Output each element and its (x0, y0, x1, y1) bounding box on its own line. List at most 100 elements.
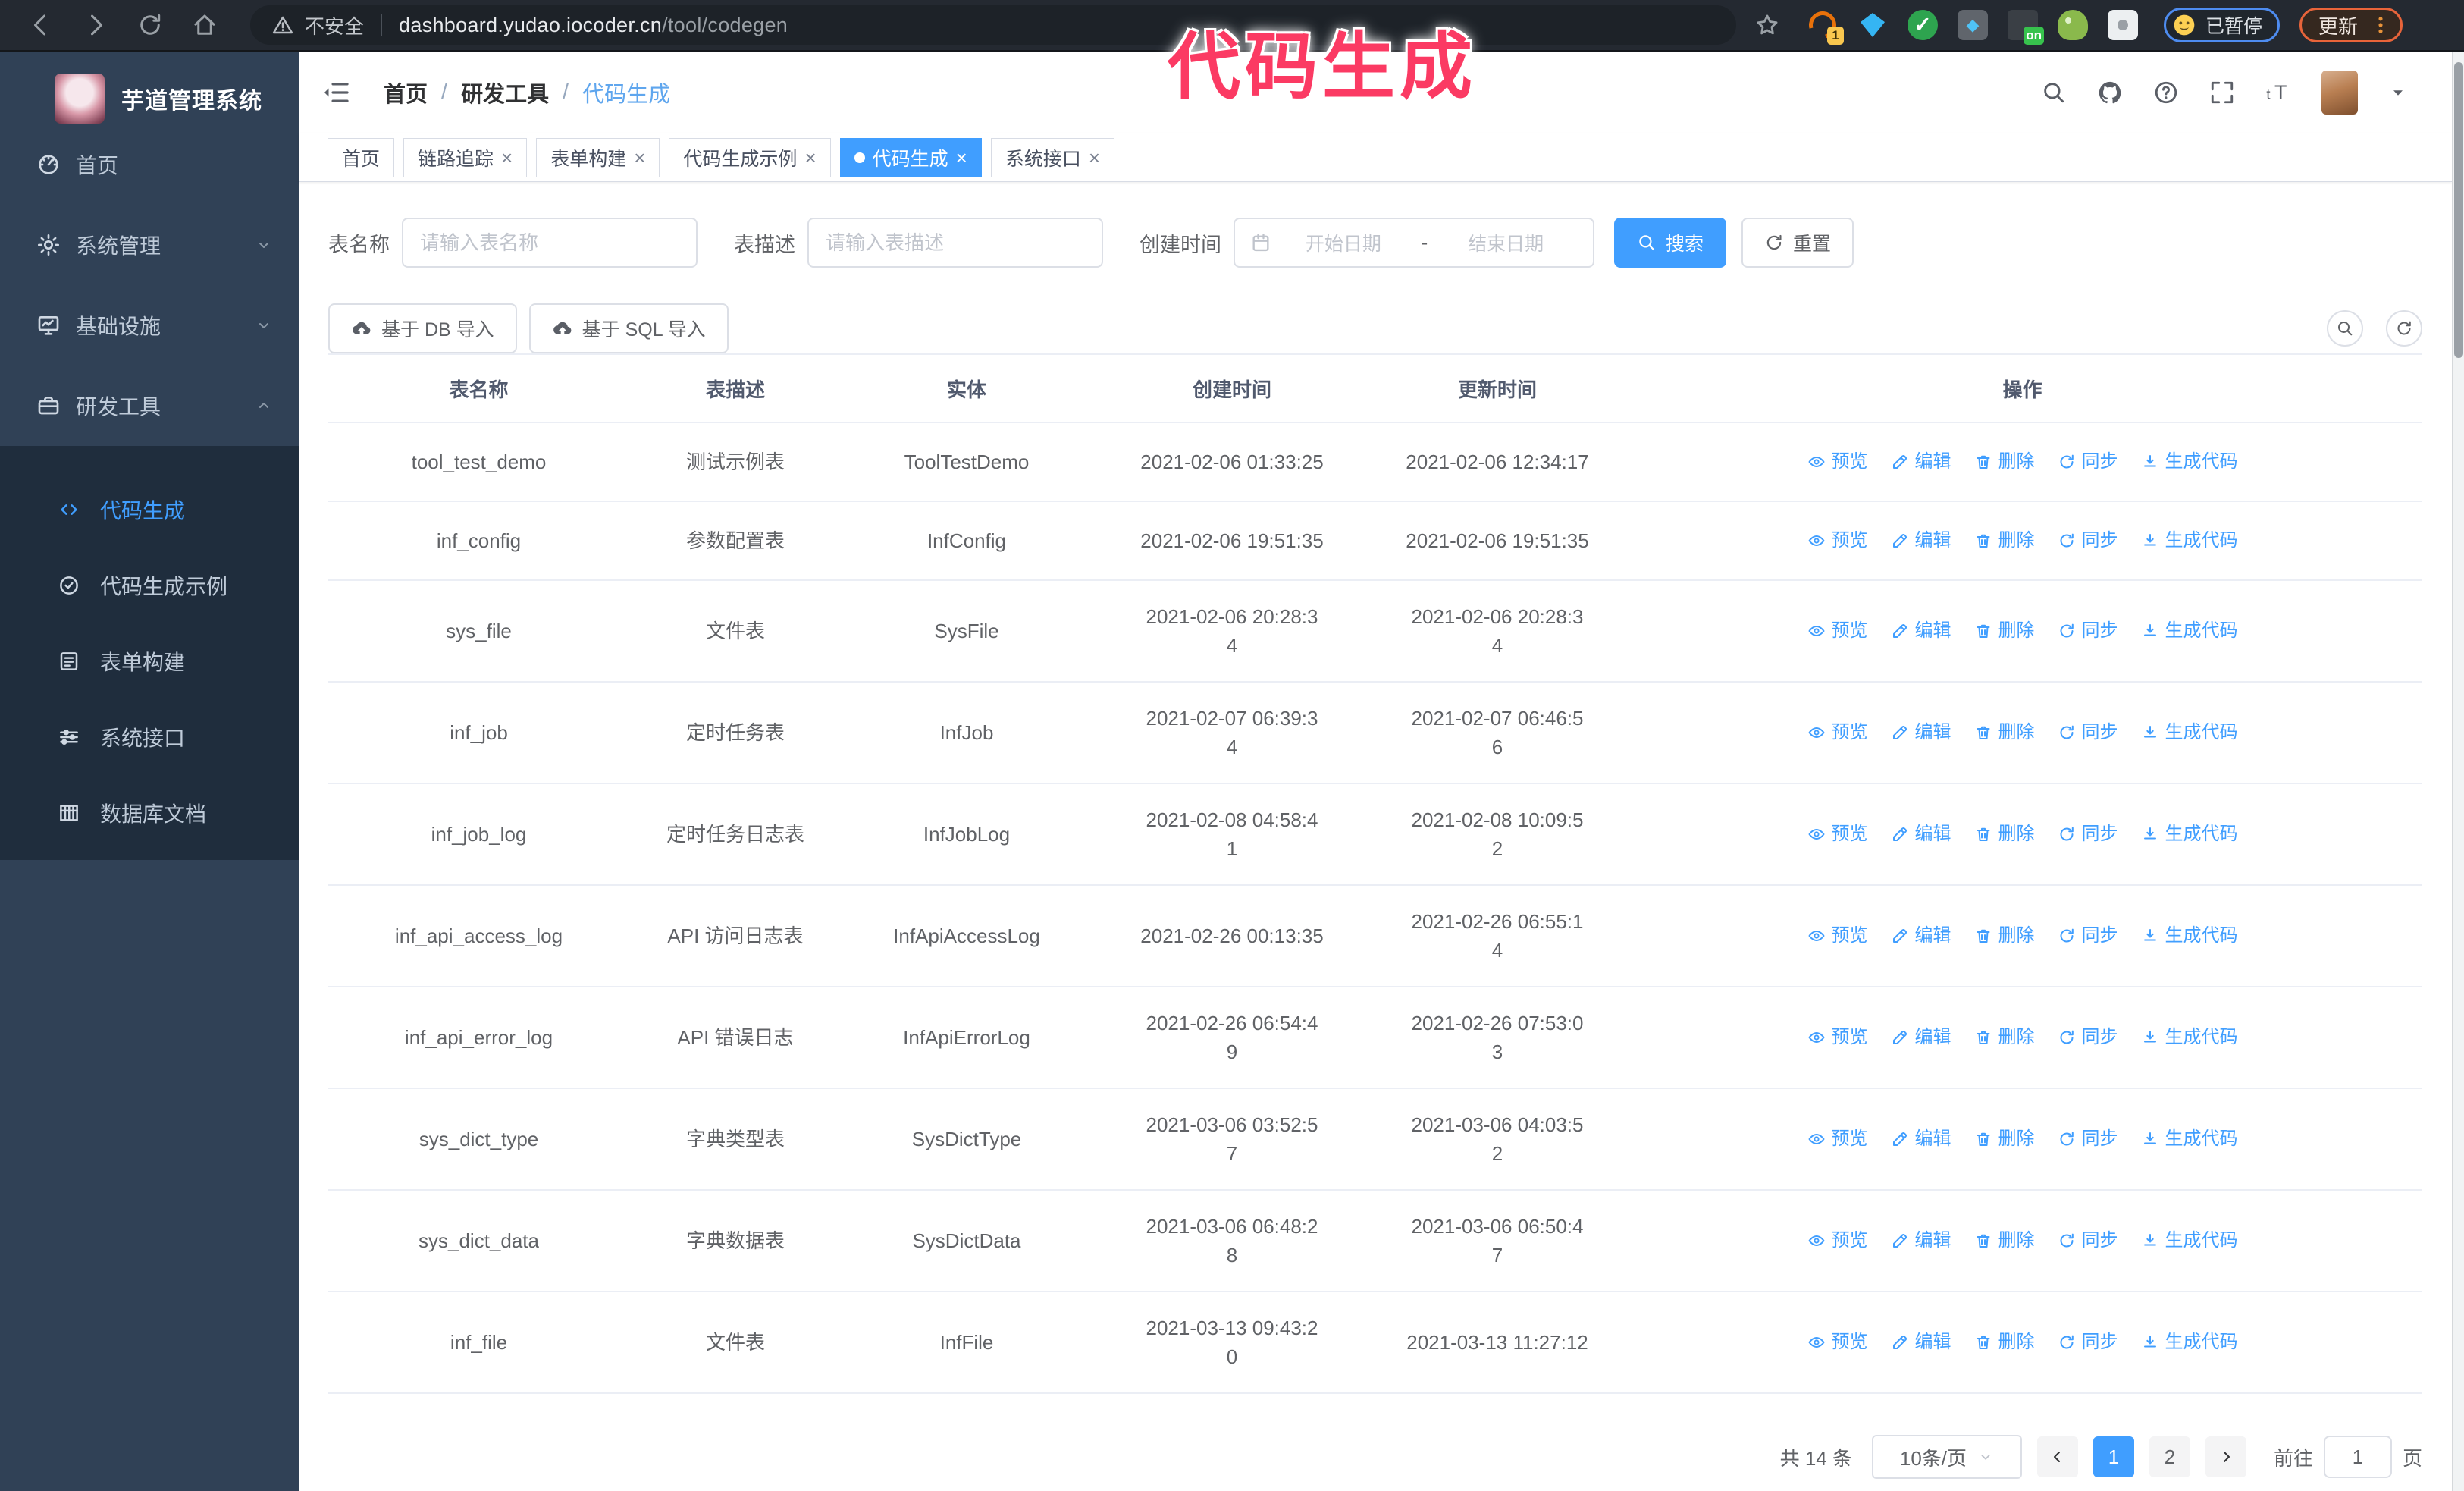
action-删除[interactable]: 删除 (1974, 921, 2035, 950)
action-生成代码[interactable]: 生成代码 (2141, 1125, 2238, 1154)
sidebar-subitem-代码生成示例[interactable]: 代码生成示例 (0, 548, 299, 623)
action-编辑[interactable]: 编辑 (1891, 921, 1951, 950)
action-生成代码[interactable]: 生成代码 (2141, 1328, 2238, 1357)
tab-close-icon[interactable]: × (501, 148, 513, 168)
browser-menu-icon[interactable] (2370, 14, 2391, 36)
font-size-icon[interactable]: tT (2265, 80, 2291, 105)
action-生成代码[interactable]: 生成代码 (2141, 1226, 2238, 1255)
action-删除[interactable]: 删除 (1974, 447, 2035, 476)
action-删除[interactable]: 删除 (1974, 820, 2035, 849)
sidebar-item-首页[interactable]: 首页 (0, 124, 299, 205)
action-同步[interactable]: 同步 (2058, 526, 2118, 555)
action-生成代码[interactable]: 生成代码 (2141, 526, 2238, 555)
browser-forward-icon[interactable] (82, 11, 109, 39)
tab-close-icon[interactable]: × (1089, 148, 1100, 168)
action-删除[interactable]: 删除 (1974, 617, 2035, 645)
tab-表单构建[interactable]: 表单构建 × (536, 137, 660, 177)
next-page-button[interactable] (2205, 1436, 2246, 1477)
browser-update-button[interactable]: 更新 (2299, 8, 2403, 42)
action-编辑[interactable]: 编辑 (1891, 617, 1951, 645)
table-name-input[interactable] (402, 218, 698, 268)
action-预览[interactable]: 预览 (1807, 1328, 1868, 1357)
extension-gem-icon[interactable] (1857, 10, 1888, 40)
scrollbar-thumb[interactable] (2454, 62, 2463, 358)
import-from-sql-button[interactable]: 基于 SQL 导入 (528, 303, 729, 353)
action-同步[interactable]: 同步 (2058, 1328, 2118, 1357)
action-同步[interactable]: 同步 (2058, 820, 2118, 849)
action-编辑[interactable]: 编辑 (1891, 447, 1951, 476)
action-预览[interactable]: 预览 (1807, 1125, 1868, 1154)
action-预览[interactable]: 预览 (1807, 718, 1868, 747)
tab-代码生成[interactable]: 代码生成 × (839, 137, 982, 177)
action-同步[interactable]: 同步 (2058, 447, 2118, 476)
goto-page-input[interactable] (2323, 1436, 2392, 1478)
extension-grid-icon[interactable] (1958, 10, 1988, 40)
reset-button[interactable]: 重置 (1741, 218, 1854, 268)
tab-close-icon[interactable]: × (956, 148, 967, 168)
extension-orange-icon[interactable]: 1 (1804, 6, 1844, 45)
action-生成代码[interactable]: 生成代码 (2141, 921, 2238, 950)
user-avatar[interactable] (2321, 70, 2358, 115)
avatar-caret-down-icon[interactable] (2388, 83, 2408, 102)
sidebar-item-系统管理[interactable]: 系统管理 (0, 205, 299, 285)
action-编辑[interactable]: 编辑 (1891, 1328, 1951, 1357)
search-button[interactable]: 搜索 (1614, 218, 1727, 268)
prev-page-button[interactable] (2036, 1436, 2078, 1477)
extension-onbadge-icon[interactable]: on (2008, 10, 2044, 45)
action-编辑[interactable]: 编辑 (1891, 1023, 1951, 1052)
sidebar-logo-row[interactable]: 芋道管理系统 (0, 52, 299, 124)
sidebar-subitem-代码生成[interactable]: 代码生成 (0, 472, 299, 548)
refresh-table-button[interactable] (2386, 310, 2422, 347)
action-生成代码[interactable]: 生成代码 (2141, 617, 2238, 645)
sidebar-toggle-icon[interactable] (321, 78, 350, 107)
bookmark-star-icon[interactable] (1754, 12, 1780, 38)
tab-close-icon[interactable]: × (804, 148, 816, 168)
action-编辑[interactable]: 编辑 (1891, 718, 1951, 747)
action-编辑[interactable]: 编辑 (1891, 820, 1951, 849)
breadcrumb-devtools[interactable]: 研发工具 (461, 77, 549, 108)
browser-home-icon[interactable] (191, 11, 218, 39)
action-预览[interactable]: 预览 (1807, 921, 1868, 950)
action-同步[interactable]: 同步 (2058, 1226, 2118, 1255)
sidebar-item-基础设施[interactable]: 基础设施 (0, 285, 299, 366)
help-icon[interactable] (2153, 80, 2179, 105)
extension-android-icon[interactable] (2058, 10, 2088, 40)
action-同步[interactable]: 同步 (2058, 1023, 2118, 1052)
tab-链路追踪[interactable]: 链路追踪 × (403, 137, 528, 177)
action-编辑[interactable]: 编辑 (1891, 1226, 1951, 1255)
tab-close-icon[interactable]: × (634, 148, 645, 168)
breadcrumb-home[interactable]: 首页 (384, 77, 428, 108)
extension-check-icon[interactable] (1908, 10, 1938, 40)
github-icon[interactable] (2097, 80, 2123, 105)
action-同步[interactable]: 同步 (2058, 617, 2118, 645)
action-删除[interactable]: 删除 (1974, 1125, 2035, 1154)
end-date-placeholder[interactable]: 结束日期 (1434, 229, 1578, 256)
action-预览[interactable]: 预览 (1807, 1023, 1868, 1052)
header-search-icon[interactable] (2041, 80, 2067, 105)
tab-首页[interactable]: 首页 (328, 137, 395, 177)
extension-puzzle-icon[interactable] (2108, 10, 2138, 40)
page-size-select[interactable]: 10条/页 (1871, 1435, 2022, 1479)
action-删除[interactable]: 删除 (1974, 1023, 2035, 1052)
start-date-placeholder[interactable]: 开始日期 (1271, 229, 1415, 256)
import-from-db-button[interactable]: 基于 DB 导入 (328, 303, 517, 353)
table-desc-input[interactable] (807, 218, 1103, 268)
page-button-2[interactable]: 2 (2149, 1436, 2190, 1477)
action-预览[interactable]: 预览 (1807, 526, 1868, 555)
action-删除[interactable]: 删除 (1974, 718, 2035, 747)
page-button-1[interactable]: 1 (2093, 1436, 2134, 1477)
browser-back-icon[interactable] (27, 11, 55, 39)
tab-系统接口[interactable]: 系统接口 × (990, 137, 1115, 177)
browser-reload-icon[interactable] (136, 11, 164, 39)
action-预览[interactable]: 预览 (1807, 617, 1868, 645)
fullscreen-icon[interactable] (2209, 80, 2235, 105)
action-预览[interactable]: 预览 (1807, 1226, 1868, 1255)
action-预览[interactable]: 预览 (1807, 447, 1868, 476)
sidebar-subitem-数据库文档[interactable]: 数据库文档 (0, 775, 299, 851)
address-bar[interactable]: 不安全 dashboard.yudao.iocoder.cn/tool/code… (250, 5, 1736, 45)
profile-paused-badge[interactable]: 已暂停 (2164, 8, 2281, 42)
toggle-search-button[interactable] (2327, 310, 2363, 347)
action-同步[interactable]: 同步 (2058, 921, 2118, 950)
sidebar-item-研发工具[interactable]: 研发工具 (0, 366, 299, 446)
action-预览[interactable]: 预览 (1807, 820, 1868, 849)
